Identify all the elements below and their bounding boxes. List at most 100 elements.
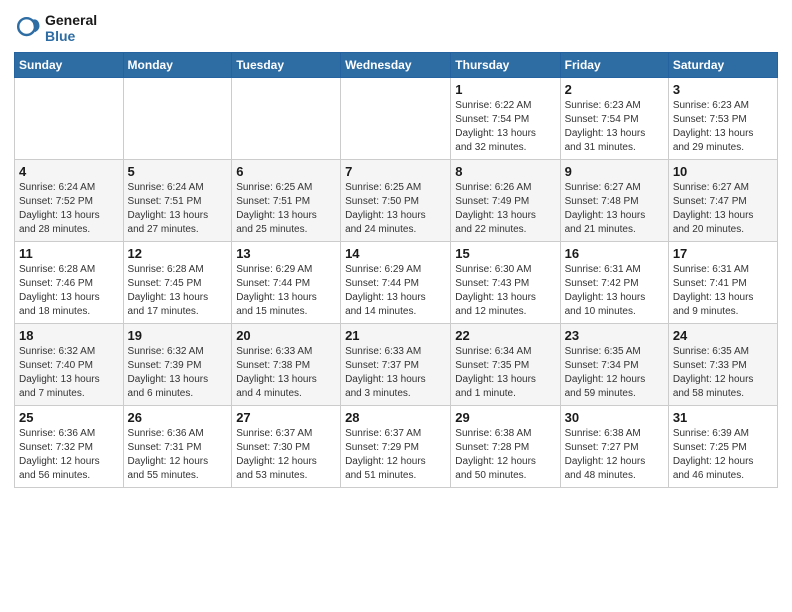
day-number: 27: [236, 410, 336, 425]
calendar-table: SundayMondayTuesdayWednesdayThursdayFrid…: [14, 52, 778, 488]
day-info: Sunrise: 6:25 AM Sunset: 7:50 PM Dayligh…: [345, 181, 446, 237]
calendar-cell: 6Sunrise: 6:25 AM Sunset: 7:51 PM Daylig…: [232, 160, 341, 242]
day-number: 1: [455, 82, 555, 97]
day-info: Sunrise: 6:27 AM Sunset: 7:47 PM Dayligh…: [673, 181, 773, 237]
calendar-cell: 11 Sunrise: 6:28 AM Sunset: 7:46 PM Dayli…: [15, 242, 124, 324]
day-number: 28: [345, 410, 446, 425]
calendar-cell: [123, 78, 232, 160]
day-info: Sunrise: 6:38 AM Sunset: 7:28 PM Dayligh…: [455, 427, 555, 483]
weekday-header: Monday: [123, 53, 232, 78]
calendar-week-row: 18 Sunrise: 6:32 AM Sunset: 7:40 PM Dayli…: [15, 324, 778, 406]
page: General Blue SundayMondayTuesdayWednesda…: [0, 0, 792, 612]
header: General Blue: [14, 12, 778, 44]
day-number: 12: [128, 246, 228, 261]
weekday-header: Thursday: [451, 53, 560, 78]
day-info: Sunrise: 6:29 AM Sunset: 7:44 PM Dayligh…: [345, 263, 446, 319]
calendar-cell: 31 Sunrise: 6:39 AM Sunset: 7:25 PM Dayli…: [668, 406, 777, 488]
day-info: Sunrise: 6:26 AM Sunset: 7:49 PM Dayligh…: [455, 181, 555, 237]
day-number: 6: [236, 164, 336, 179]
day-number: 7: [345, 164, 446, 179]
calendar-week-row: 1 Sunrise: 6:22 AM Sunset: 7:54 PM Daylig…: [15, 78, 778, 160]
day-number: 5: [128, 164, 228, 179]
day-info: Sunrise: 6:33 AM Sunset: 7:37 PM Dayligh…: [345, 345, 446, 401]
day-info: Sunrise: 6:32 AM Sunset: 7:40 PM Dayligh…: [19, 345, 119, 401]
calendar-cell: [232, 78, 341, 160]
day-number: 25: [19, 410, 119, 425]
logo-icon: [14, 14, 42, 42]
calendar-cell: 16Sunrise: 6:31 AM Sunset: 7:42 PM Dayli…: [560, 242, 668, 324]
calendar-cell: 29 Sunrise: 6:38 AM Sunset: 7:28 PM Dayli…: [451, 406, 560, 488]
day-number: 26: [128, 410, 228, 425]
calendar-cell: 3Sunrise: 6:23 AM Sunset: 7:53 PM Daylig…: [668, 78, 777, 160]
calendar-cell: 24Sunrise: 6:35 AM Sunset: 7:33 PM Dayli…: [668, 324, 777, 406]
calendar-body: 1 Sunrise: 6:22 AM Sunset: 7:54 PM Daylig…: [15, 78, 778, 488]
day-number: 24: [673, 328, 773, 343]
day-number: 19: [128, 328, 228, 343]
day-number: 3: [673, 82, 773, 97]
weekday-header: Tuesday: [232, 53, 341, 78]
calendar-cell: 19 Sunrise: 6:32 AM Sunset: 7:39 PM Dayli…: [123, 324, 232, 406]
day-info: Sunrise: 6:31 AM Sunset: 7:42 PM Dayligh…: [565, 263, 664, 319]
day-number: 8: [455, 164, 555, 179]
day-info: Sunrise: 6:23 AM Sunset: 7:54 PM Dayligh…: [565, 99, 664, 155]
day-number: 9: [565, 164, 664, 179]
logo-general: General: [45, 12, 97, 28]
logo-blue: Blue: [45, 28, 97, 44]
day-number: 11: [19, 246, 119, 261]
calendar-cell: 8 Sunrise: 6:26 AM Sunset: 7:49 PM Daylig…: [451, 160, 560, 242]
weekday-header: Sunday: [15, 53, 124, 78]
calendar-cell: 13Sunrise: 6:29 AM Sunset: 7:44 PM Dayli…: [232, 242, 341, 324]
calendar-cell: [15, 78, 124, 160]
day-info: Sunrise: 6:28 AM Sunset: 7:45 PM Dayligh…: [128, 263, 228, 319]
calendar-cell: 27 Sunrise: 6:37 AM Sunset: 7:30 PM Dayli…: [232, 406, 341, 488]
day-info: Sunrise: 6:34 AM Sunset: 7:35 PM Dayligh…: [455, 345, 555, 401]
calendar-cell: 2Sunrise: 6:23 AM Sunset: 7:54 PM Daylig…: [560, 78, 668, 160]
calendar-week-row: 25 Sunrise: 6:36 AM Sunset: 7:32 PM Dayli…: [15, 406, 778, 488]
weekday-header: Wednesday: [341, 53, 451, 78]
calendar-cell: 18 Sunrise: 6:32 AM Sunset: 7:40 PM Dayli…: [15, 324, 124, 406]
logo: General Blue: [14, 12, 97, 44]
day-number: 20: [236, 328, 336, 343]
calendar-cell: 4Sunrise: 6:24 AM Sunset: 7:52 PM Daylig…: [15, 160, 124, 242]
day-info: Sunrise: 6:37 AM Sunset: 7:30 PM Dayligh…: [236, 427, 336, 483]
day-info: Sunrise: 6:33 AM Sunset: 7:38 PM Dayligh…: [236, 345, 336, 401]
day-number: 14: [345, 246, 446, 261]
day-info: Sunrise: 6:24 AM Sunset: 7:51 PM Dayligh…: [128, 181, 228, 237]
calendar-cell: 26 Sunrise: 6:36 AM Sunset: 7:31 PM Dayli…: [123, 406, 232, 488]
calendar-cell: 12 Sunrise: 6:28 AM Sunset: 7:45 PM Dayli…: [123, 242, 232, 324]
day-number: 18: [19, 328, 119, 343]
calendar-cell: 20 Sunrise: 6:33 AM Sunset: 7:38 PM Dayli…: [232, 324, 341, 406]
day-number: 30: [565, 410, 664, 425]
day-info: Sunrise: 6:38 AM Sunset: 7:27 PM Dayligh…: [565, 427, 664, 483]
calendar-cell: 30 Sunrise: 6:38 AM Sunset: 7:27 PM Dayli…: [560, 406, 668, 488]
calendar-week-row: 4Sunrise: 6:24 AM Sunset: 7:52 PM Daylig…: [15, 160, 778, 242]
day-info: Sunrise: 6:31 AM Sunset: 7:41 PM Dayligh…: [673, 263, 773, 319]
day-info: Sunrise: 6:29 AM Sunset: 7:44 PM Dayligh…: [236, 263, 336, 319]
day-info: Sunrise: 6:22 AM Sunset: 7:54 PM Dayligh…: [455, 99, 555, 155]
calendar-week-row: 11 Sunrise: 6:28 AM Sunset: 7:46 PM Dayli…: [15, 242, 778, 324]
day-info: Sunrise: 6:24 AM Sunset: 7:52 PM Dayligh…: [19, 181, 119, 237]
day-info: Sunrise: 6:27 AM Sunset: 7:48 PM Dayligh…: [565, 181, 664, 237]
calendar-cell: 14 Sunrise: 6:29 AM Sunset: 7:44 PM Dayli…: [341, 242, 451, 324]
day-number: 22: [455, 328, 555, 343]
day-number: 23: [565, 328, 664, 343]
calendar-cell: 5 Sunrise: 6:24 AM Sunset: 7:51 PM Daylig…: [123, 160, 232, 242]
day-info: Sunrise: 6:39 AM Sunset: 7:25 PM Dayligh…: [673, 427, 773, 483]
weekday-row: SundayMondayTuesdayWednesdayThursdayFrid…: [15, 53, 778, 78]
day-info: Sunrise: 6:30 AM Sunset: 7:43 PM Dayligh…: [455, 263, 555, 319]
day-info: Sunrise: 6:36 AM Sunset: 7:31 PM Dayligh…: [128, 427, 228, 483]
day-number: 17: [673, 246, 773, 261]
day-number: 29: [455, 410, 555, 425]
calendar-cell: 21 Sunrise: 6:33 AM Sunset: 7:37 PM Dayli…: [341, 324, 451, 406]
day-info: Sunrise: 6:32 AM Sunset: 7:39 PM Dayligh…: [128, 345, 228, 401]
day-info: Sunrise: 6:36 AM Sunset: 7:32 PM Dayligh…: [19, 427, 119, 483]
day-info: Sunrise: 6:35 AM Sunset: 7:34 PM Dayligh…: [565, 345, 664, 401]
day-number: 21: [345, 328, 446, 343]
calendar-cell: [341, 78, 451, 160]
day-info: Sunrise: 6:37 AM Sunset: 7:29 PM Dayligh…: [345, 427, 446, 483]
calendar-cell: 1 Sunrise: 6:22 AM Sunset: 7:54 PM Daylig…: [451, 78, 560, 160]
day-info: Sunrise: 6:28 AM Sunset: 7:46 PM Dayligh…: [19, 263, 119, 319]
calendar-cell: 22 Sunrise: 6:34 AM Sunset: 7:35 PM Dayli…: [451, 324, 560, 406]
day-number: 31: [673, 410, 773, 425]
weekday-header: Saturday: [668, 53, 777, 78]
